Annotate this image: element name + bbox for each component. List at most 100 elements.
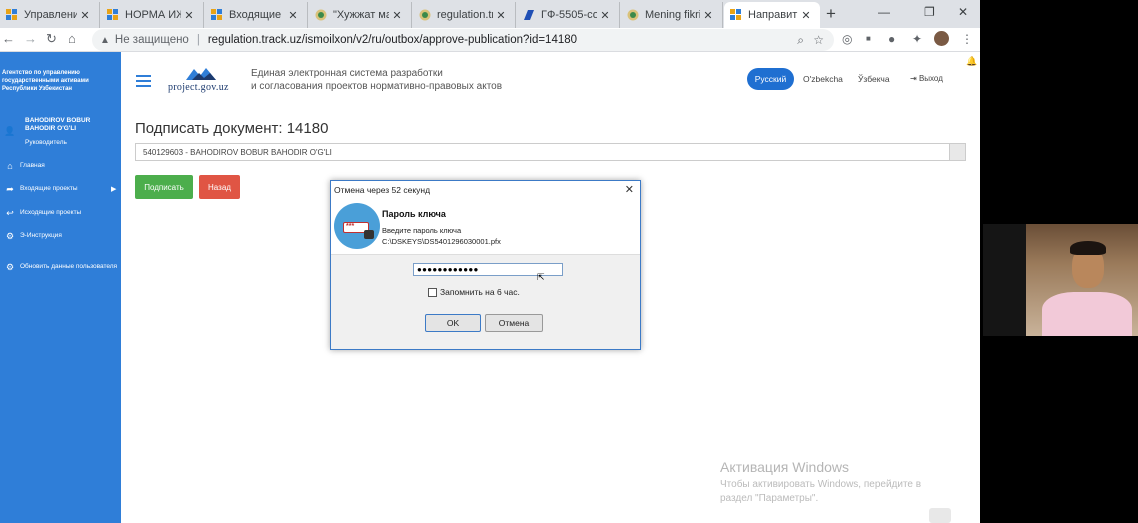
user-role: Руководитель (25, 139, 67, 146)
address-bar[interactable]: ▲ Не защищено | regulation.track.uz/ismo… (92, 29, 834, 51)
browser-tab[interactable]: ГФ-5505-соп ✕ (517, 2, 620, 28)
checkbox-box[interactable] (428, 287, 437, 297)
key-password-dialog: Отмена через 52 секунд ✕ *** Пароль ключ… (330, 180, 641, 350)
browser-tab[interactable]: Управление п ✕ (0, 2, 100, 28)
tab-label: Входящие пр (229, 9, 285, 21)
menu-dots-icon[interactable]: ⋮ (961, 32, 973, 46)
watermark-line: раздел "Параметры". (720, 493, 819, 504)
activation-watermark-text: Чтобы активировать Windows, перейдите в … (720, 478, 921, 506)
sidebar: Агентство по управлению государственными… (0, 52, 121, 523)
restore-icon[interactable]: ❐ (924, 5, 935, 19)
emblem-favicon-icon (627, 9, 639, 21)
organization-name: Агентство по управлению государственными… (2, 70, 89, 92)
tab-close-icon[interactable]: ✕ (700, 9, 716, 22)
star-icon[interactable]: ☆ (813, 33, 824, 47)
lock-icon (364, 230, 374, 239)
tab-close-icon[interactable]: ✕ (798, 9, 814, 22)
cancel-button[interactable]: Отмена (485, 314, 543, 332)
extension-badge-icon[interactable]: ■ (866, 34, 871, 43)
sidebar-item-instruction[interactable]: ⚙ Э-Инструкция (0, 229, 121, 243)
sidebar-item-incoming[interactable]: ➦ Входящие проекты ▶ (0, 182, 121, 196)
system-title: Единая электронная система разработки и … (251, 68, 502, 93)
sidebar-item-label: Обновить данные пользователя (20, 263, 118, 270)
signer-dropdown-button[interactable] (949, 143, 966, 161)
globe-icon[interactable]: ◎ (842, 32, 852, 46)
reply-icon: ↩ (6, 207, 14, 218)
webcam-video (1026, 224, 1138, 336)
tab-close-icon[interactable]: ✕ (597, 9, 613, 22)
signer-select[interactable]: 540129603 - BAHODIROV BOBUR BAHODIR O'G'… (135, 143, 966, 161)
warning-icon: ▲ (100, 34, 110, 46)
tray-icon[interactable] (929, 508, 951, 523)
flag-favicon-icon (524, 10, 534, 20)
browser-tab-bar: Управление п ✕ НОРМА ИЖС ✕ Входящие пр ✕… (0, 0, 980, 28)
tab-label: ГФ-5505-соп (541, 9, 597, 21)
logout-label: Выход (918, 74, 943, 83)
back-arrow-icon[interactable]: ← (2, 31, 15, 46)
system-title-line: и согласования проектов нормативно-право… (251, 80, 503, 92)
url-text: regulation.track.uz/ismoilxon/v2/ru/outb… (207, 34, 578, 46)
back-button[interactable]: Назад (199, 175, 240, 199)
grid-favicon-icon (6, 9, 17, 20)
emblem-favicon-icon (419, 9, 431, 21)
watermark-line: Чтобы активировать Windows, перейдите в (720, 479, 922, 490)
forward-arrow-icon[interactable]: → (24, 31, 37, 46)
tab-close-icon[interactable]: ✕ (285, 9, 301, 22)
person-body-shape (1042, 292, 1132, 336)
remember-label: Запомнить на 6 час. (440, 287, 520, 297)
sidebar-item-label: Входящие проекты (20, 185, 78, 192)
sign-button[interactable]: Подписать (135, 175, 193, 199)
dialog-heading: Пароль ключа (382, 209, 446, 219)
tab-close-icon[interactable]: ✕ (77, 9, 93, 22)
window-close-icon[interactable]: ✕ (958, 5, 968, 19)
system-title-line: Единая электронная система разработки (251, 68, 443, 79)
language-russian-button[interactable]: Русский (747, 68, 794, 90)
dialog-subheading: Введите пароль ключа (382, 226, 462, 235)
bell-icon[interactable]: 🔔 (966, 56, 977, 67)
home-icon: ⌂ (7, 161, 13, 171)
reload-icon[interactable]: ↻ (46, 31, 57, 47)
dialog-title: Отмена через 52 секунд (334, 185, 431, 195)
logo-text: project.gov.uz (168, 82, 229, 93)
tab-label: "Хужжат ма (333, 9, 389, 21)
language-uzbek-cyrillic-button[interactable]: Ўзбекча (858, 74, 890, 84)
mouse-cursor-icon: ⇱ (537, 272, 545, 282)
circle-extension-icon[interactable]: ● (888, 32, 895, 46)
tab-close-icon[interactable]: ✕ (493, 9, 509, 22)
profile-avatar[interactable] (934, 31, 949, 46)
puzzle-icon[interactable]: ✦ (912, 32, 922, 46)
new-tab-icon[interactable]: + (826, 4, 836, 24)
logout-icon: ⇥ (910, 74, 917, 83)
gear-icon: ⚙ (5, 261, 15, 272)
sidebar-item-home[interactable]: ⌂ Главная (0, 159, 121, 173)
logout-button[interactable]: ⇥ Выход (910, 74, 943, 83)
ok-button[interactable]: OK (425, 314, 481, 332)
person-hair-shape (1070, 241, 1106, 255)
emblem-favicon-icon (315, 9, 327, 21)
menu-toggle-icon[interactable] (136, 75, 151, 90)
user-icon: 👤 (4, 126, 16, 136)
not-secure-label: Не защищено (114, 34, 189, 46)
tab-label: НОРМА ИЖС (125, 9, 181, 21)
browser-tab[interactable]: Входящие пр ✕ (205, 2, 308, 28)
dialog-titlebar: Отмена через 52 секунд ✕ (331, 181, 640, 199)
sidebar-item-outgoing[interactable]: ↩ Исходящие проекты (0, 206, 121, 220)
tab-close-icon[interactable]: ✕ (181, 9, 197, 22)
browser-tab-active[interactable]: Направить р ✕ (724, 2, 820, 28)
activation-watermark-title: Активация Windows (720, 459, 850, 475)
home-icon[interactable]: ⌂ (68, 31, 76, 46)
key-path: C:\DSKEYS\DS5401296030001.pfx (382, 237, 501, 246)
sidebar-item-update-profile[interactable]: ⚙ Обновить данные пользователя (0, 257, 121, 277)
remember-checkbox[interactable]: Запомнить на 6 час. (428, 287, 520, 297)
tab-close-icon[interactable]: ✕ (389, 9, 405, 22)
dialog-close-icon[interactable]: ✕ (625, 183, 634, 196)
language-uzbek-latin-button[interactable]: O'zbekcha (803, 74, 843, 84)
minimize-icon[interactable]: — (878, 5, 890, 19)
browser-tab[interactable]: "Хужжат ма ✕ (309, 2, 412, 28)
search-icon[interactable]: ⌕ (797, 33, 804, 48)
browser-tab[interactable]: НОРМА ИЖС ✕ (101, 2, 204, 28)
browser-tab[interactable]: Mening fikrim ✕ (621, 2, 723, 28)
browser-tab[interactable]: regulation.trac ✕ (413, 2, 516, 28)
key-icon: *** (334, 203, 380, 249)
browser-toolbar: ← → ↻ ⌂ ▲ Не защищено | regulation.track… (0, 28, 980, 52)
